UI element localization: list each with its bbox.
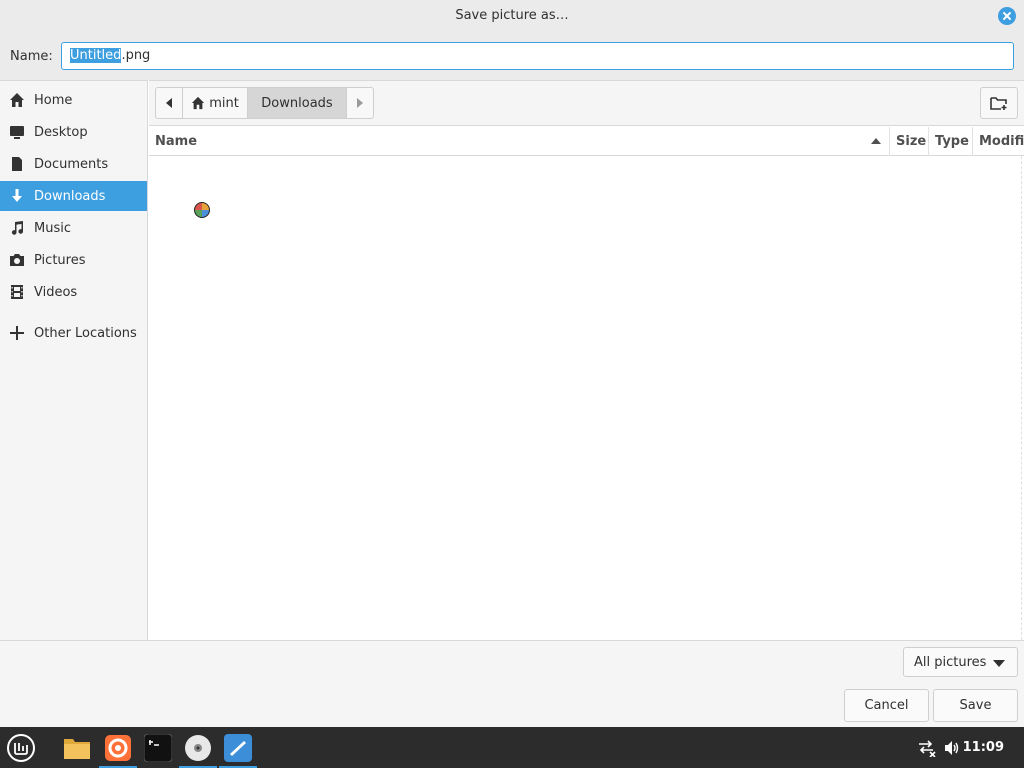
sidebar-item-pictures[interactable]: Pictures — [0, 245, 147, 275]
title-bar: Save picture as… — [0, 0, 1024, 32]
taskbar-firefox[interactable] — [99, 727, 137, 768]
filename-selected-text: Untitled — [70, 48, 122, 63]
sidebar-item-other-locations[interactable]: Other Locations — [0, 318, 147, 348]
column-divider — [1021, 156, 1022, 640]
name-row: Name: Untitled.png — [0, 32, 1024, 80]
filter-label: All pictures — [914, 654, 987, 670]
sidebar-item-label: Downloads — [34, 188, 106, 204]
disc-icon — [185, 734, 211, 761]
column-size[interactable]: Size — [890, 127, 929, 156]
terminal-icon — [144, 733, 172, 762]
film-icon — [0, 284, 34, 300]
sidebar-item-desktop[interactable]: Desktop — [0, 117, 147, 147]
path-home-label: mint — [209, 95, 239, 111]
taskbar-files[interactable] — [58, 727, 96, 768]
volume-icon[interactable] — [943, 739, 961, 757]
sort-ascending-icon — [871, 138, 881, 144]
menu-button[interactable] — [2, 727, 40, 768]
filename-input[interactable]: Untitled.png — [61, 42, 1014, 70]
file-list-header: Name Size Type Modified — [149, 127, 1024, 156]
dialog-title: Save picture as… — [455, 8, 569, 23]
save-label: Save — [959, 698, 992, 713]
sidebar-item-label: Other Locations — [34, 325, 137, 341]
new-folder-icon — [990, 97, 1007, 110]
sidebar-item-label: Pictures — [34, 252, 86, 268]
column-modified[interactable]: Modified — [973, 127, 1024, 156]
filename-extension: .png — [121, 48, 151, 63]
path-bar-area: mint Downloads — [149, 80, 1024, 126]
editor-icon — [224, 733, 252, 762]
path-home-button[interactable]: mint — [183, 88, 248, 118]
camera-icon — [0, 252, 34, 268]
taskbar-disc[interactable] — [179, 727, 217, 768]
firefox-icon — [105, 734, 131, 761]
close-button[interactable] — [998, 7, 1016, 25]
menu-icon — [7, 733, 35, 762]
path-back-button[interactable] — [156, 88, 183, 118]
sidebar-item-documents[interactable]: Documents — [0, 149, 147, 179]
sidebar-item-label: Documents — [34, 156, 109, 172]
documents-icon — [0, 156, 34, 172]
busy-cursor-icon — [194, 202, 210, 218]
places-sidebar: Home Desktop Documents Downloads Music P… — [0, 80, 148, 640]
network-disconnected-icon[interactable] — [917, 739, 937, 757]
name-label: Name: — [10, 49, 53, 64]
column-label: Type — [935, 134, 969, 149]
column-type[interactable]: Type — [929, 127, 973, 156]
chevron-left-icon — [166, 98, 172, 108]
path-current-label: Downloads — [261, 95, 333, 111]
column-label: Name — [155, 134, 198, 149]
dialog-footer: All pictures Cancel Save — [0, 640, 1024, 727]
music-icon — [0, 220, 34, 236]
cancel-label: Cancel — [864, 698, 909, 713]
sidebar-item-label: Videos — [34, 284, 78, 300]
taskbar-editor[interactable] — [219, 727, 257, 768]
column-label: Size — [896, 134, 927, 149]
cancel-button[interactable]: Cancel — [844, 689, 929, 722]
save-button[interactable]: Save — [933, 689, 1018, 722]
new-folder-button[interactable] — [980, 87, 1018, 119]
clock[interactable]: 11:09 — [963, 740, 1004, 755]
home-icon — [192, 96, 205, 110]
desktop-icon — [0, 124, 34, 140]
path-forward-button[interactable] — [347, 88, 373, 118]
file-type-filter[interactable]: All pictures — [903, 647, 1018, 677]
column-label: Modified — [979, 134, 1024, 149]
plus-icon — [0, 325, 34, 341]
download-icon — [0, 188, 34, 204]
close-icon — [1003, 12, 1011, 20]
taskbar-terminal[interactable] — [139, 727, 177, 768]
chevron-right-icon — [357, 98, 363, 108]
sidebar-item-label: Desktop — [34, 124, 88, 140]
sidebar-item-home[interactable]: Home — [0, 85, 147, 115]
sidebar-item-music[interactable]: Music — [0, 213, 147, 243]
sidebar-item-label: Music — [34, 220, 71, 236]
path-downloads-button[interactable]: Downloads — [248, 88, 347, 118]
taskbar: 11:09 — [0, 727, 1024, 768]
file-list[interactable] — [149, 156, 1024, 640]
chevron-down-icon — [993, 660, 1005, 667]
sidebar-item-videos[interactable]: Videos — [0, 277, 147, 307]
home-icon — [0, 92, 34, 108]
files-icon — [64, 738, 90, 759]
column-name[interactable]: Name — [149, 127, 890, 156]
sidebar-item-downloads[interactable]: Downloads — [0, 181, 147, 211]
sidebar-item-label: Home — [34, 92, 73, 108]
breadcrumb: mint Downloads — [155, 87, 374, 119]
